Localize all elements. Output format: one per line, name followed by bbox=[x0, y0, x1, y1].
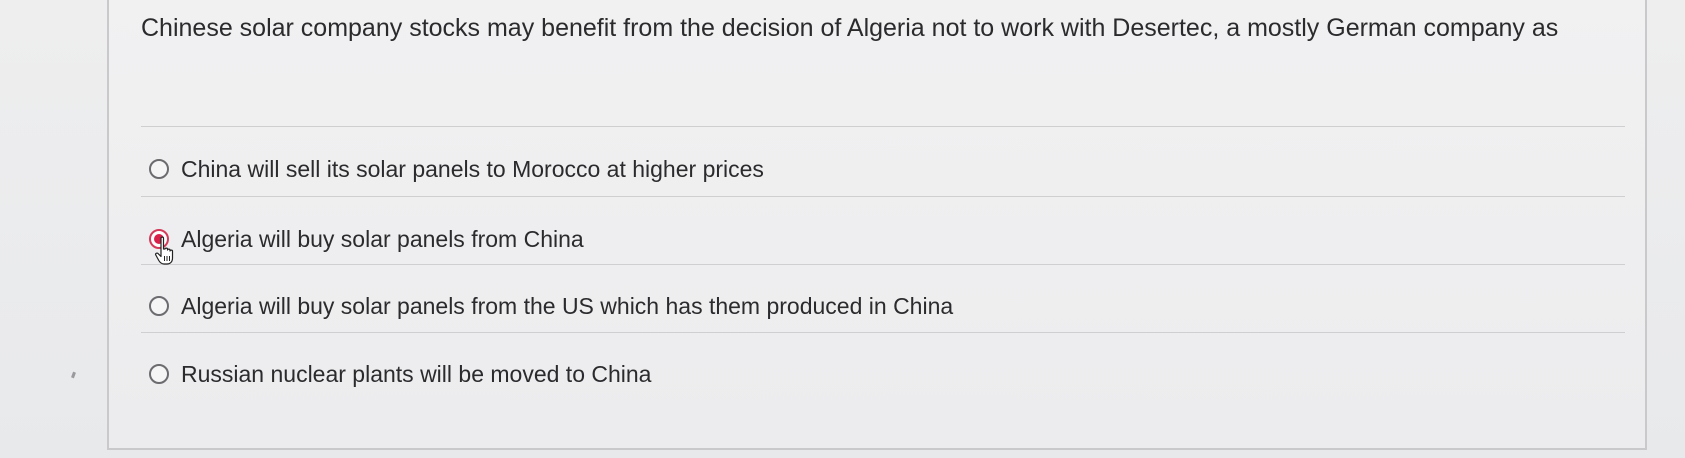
option-label: Russian nuclear plants will be moved to … bbox=[181, 360, 652, 387]
radio-button-icon[interactable] bbox=[149, 296, 169, 316]
radio-button-icon[interactable] bbox=[149, 159, 169, 179]
question-prompt: Chinese solar company stocks may benefit… bbox=[141, 14, 1559, 42]
answer-option-3[interactable]: Algeria will buy solar panels from the U… bbox=[149, 286, 953, 326]
option-label: Algeria will buy solar panels from China bbox=[181, 225, 584, 252]
divider bbox=[141, 126, 1625, 127]
divider bbox=[141, 196, 1625, 197]
option-label: China will sell its solar panels to Moro… bbox=[181, 155, 764, 182]
radio-button-icon[interactable] bbox=[149, 364, 169, 384]
question-card: Chinese solar company stocks may benefit… bbox=[107, 0, 1647, 450]
answer-option-2[interactable]: Algeria will buy solar panels from China bbox=[149, 219, 584, 259]
radio-button-selected-icon[interactable] bbox=[149, 229, 169, 249]
answer-option-1[interactable]: China will sell its solar panels to Moro… bbox=[149, 149, 764, 189]
divider bbox=[141, 264, 1625, 265]
quiz-page: Chinese solar company stocks may benefit… bbox=[0, 0, 1685, 458]
option-label: Algeria will buy solar panels from the U… bbox=[181, 292, 954, 319]
answer-option-4[interactable]: Russian nuclear plants will be moved to … bbox=[149, 354, 651, 394]
divider bbox=[141, 332, 1625, 333]
margin-mark bbox=[71, 371, 76, 379]
